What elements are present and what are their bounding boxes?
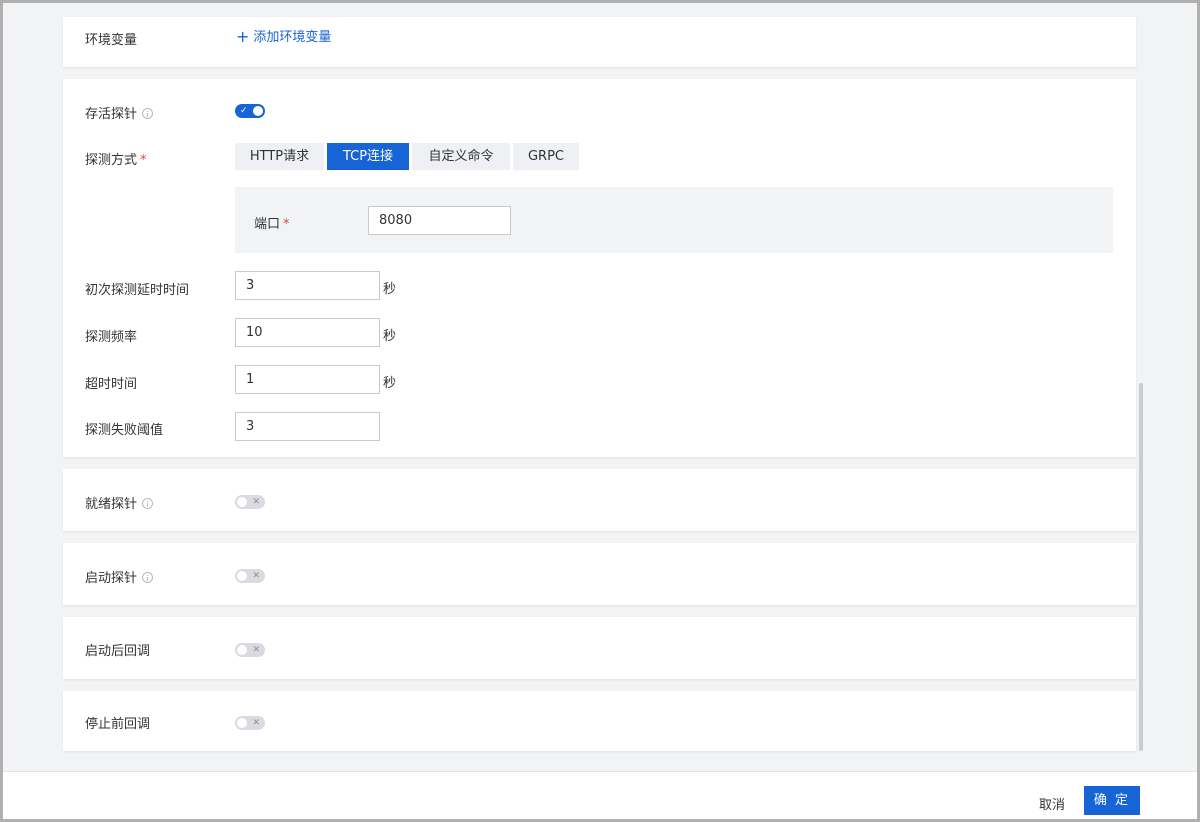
add-env-var-link[interactable]: + 添加环境变量 bbox=[236, 26, 331, 46]
pre-stop-label: 停止前回调 bbox=[85, 717, 151, 732]
frequency-unit: 秒 bbox=[383, 329, 397, 344]
x-icon: ✕ bbox=[252, 497, 260, 507]
port-label: 端口 * bbox=[254, 213, 290, 232]
post-start-section: 启动后回调 ✕ bbox=[63, 617, 1136, 679]
liveness-label: 存活探针 bbox=[85, 103, 154, 122]
initial-delay-label: 初次探测延时时间 bbox=[85, 283, 190, 298]
tab-custom-command[interactable]: 自定义命令 bbox=[412, 143, 510, 170]
timeout-input[interactable]: 1 bbox=[235, 365, 380, 394]
initial-delay-input[interactable]: 3 bbox=[235, 271, 380, 300]
x-icon: ✕ bbox=[252, 645, 260, 655]
env-section: 环境变量 + 添加环境变量 bbox=[63, 17, 1136, 67]
add-env-var-label: 添加环境变量 bbox=[253, 30, 332, 45]
failure-threshold-input[interactable]: 3 bbox=[235, 412, 380, 441]
startup-label: 启动探针 bbox=[85, 567, 154, 586]
required-mark: * bbox=[283, 217, 290, 232]
toggle-knob bbox=[237, 497, 247, 507]
frequency-input[interactable]: 10 bbox=[235, 318, 380, 347]
readiness-section: 就绪探针 ✕ bbox=[63, 469, 1136, 531]
check-icon: ✓ bbox=[240, 106, 248, 116]
x-icon: ✕ bbox=[252, 571, 260, 581]
toggle-knob bbox=[237, 571, 247, 581]
timeout-unit: 秒 bbox=[383, 376, 397, 391]
startup-section: 启动探针 ✕ bbox=[63, 543, 1136, 605]
tab-tcp[interactable]: TCP连接 bbox=[327, 143, 409, 170]
liveness-toggle[interactable]: ✓ bbox=[235, 104, 265, 118]
dialog-footer: 取消 确 定 bbox=[3, 771, 1197, 819]
tab-grpc[interactable]: GRPC bbox=[513, 143, 579, 170]
timeout-label: 超时时间 bbox=[85, 377, 138, 392]
tab-http[interactable]: HTTP请求 bbox=[235, 143, 324, 170]
scroll-content: 环境变量 + 添加环境变量 存活探针 ✓ 探测方式 * HTTP请求 TCP连接 自… bbox=[3, 3, 1197, 771]
port-input[interactable]: 8080 bbox=[368, 206, 511, 235]
info-icon[interactable] bbox=[142, 108, 154, 119]
vertical-scrollbar[interactable] bbox=[1139, 383, 1143, 751]
cancel-button[interactable]: 取消 bbox=[1039, 794, 1065, 813]
info-icon[interactable] bbox=[142, 498, 154, 509]
startup-label-text: 启动探针 bbox=[85, 571, 138, 586]
readiness-label-text: 就绪探针 bbox=[85, 497, 138, 512]
probe-method-label: 探测方式 * bbox=[85, 149, 147, 168]
readiness-label: 就绪探针 bbox=[85, 493, 154, 512]
dialog-frame: 环境变量 + 添加环境变量 存活探针 ✓ 探测方式 * HTTP请求 TCP连接 自… bbox=[0, 0, 1200, 822]
post-start-toggle[interactable]: ✕ bbox=[235, 643, 265, 657]
startup-toggle[interactable]: ✕ bbox=[235, 569, 265, 583]
tcp-settings-panel: 端口 * 8080 bbox=[235, 187, 1113, 253]
port-label-text: 端口 bbox=[254, 217, 281, 232]
liveness-label-text: 存活探针 bbox=[85, 107, 138, 122]
probe-method-label-text: 探测方式 bbox=[85, 153, 138, 168]
toggle-knob bbox=[237, 718, 247, 728]
post-start-label: 启动后回调 bbox=[85, 644, 151, 659]
confirm-button[interactable]: 确 定 bbox=[1084, 786, 1140, 815]
required-mark: * bbox=[140, 153, 147, 168]
liveness-section: 存活探针 ✓ 探测方式 * HTTP请求 TCP连接 自定义命令 GRPC 端口 *… bbox=[63, 79, 1136, 457]
x-icon: ✕ bbox=[252, 718, 260, 728]
readiness-toggle[interactable]: ✕ bbox=[235, 495, 265, 509]
pre-stop-toggle[interactable]: ✕ bbox=[235, 716, 265, 730]
toggle-knob bbox=[253, 106, 263, 116]
toggle-knob bbox=[237, 645, 247, 655]
plus-icon: + bbox=[236, 27, 250, 46]
initial-delay-unit: 秒 bbox=[383, 282, 397, 297]
info-icon[interactable] bbox=[142, 572, 154, 583]
env-label: 环境变量 bbox=[85, 33, 138, 48]
failure-threshold-label: 探测失败阈值 bbox=[85, 423, 164, 438]
pre-stop-section: 停止前回调 ✕ bbox=[63, 691, 1136, 751]
frequency-label: 探测频率 bbox=[85, 330, 138, 345]
